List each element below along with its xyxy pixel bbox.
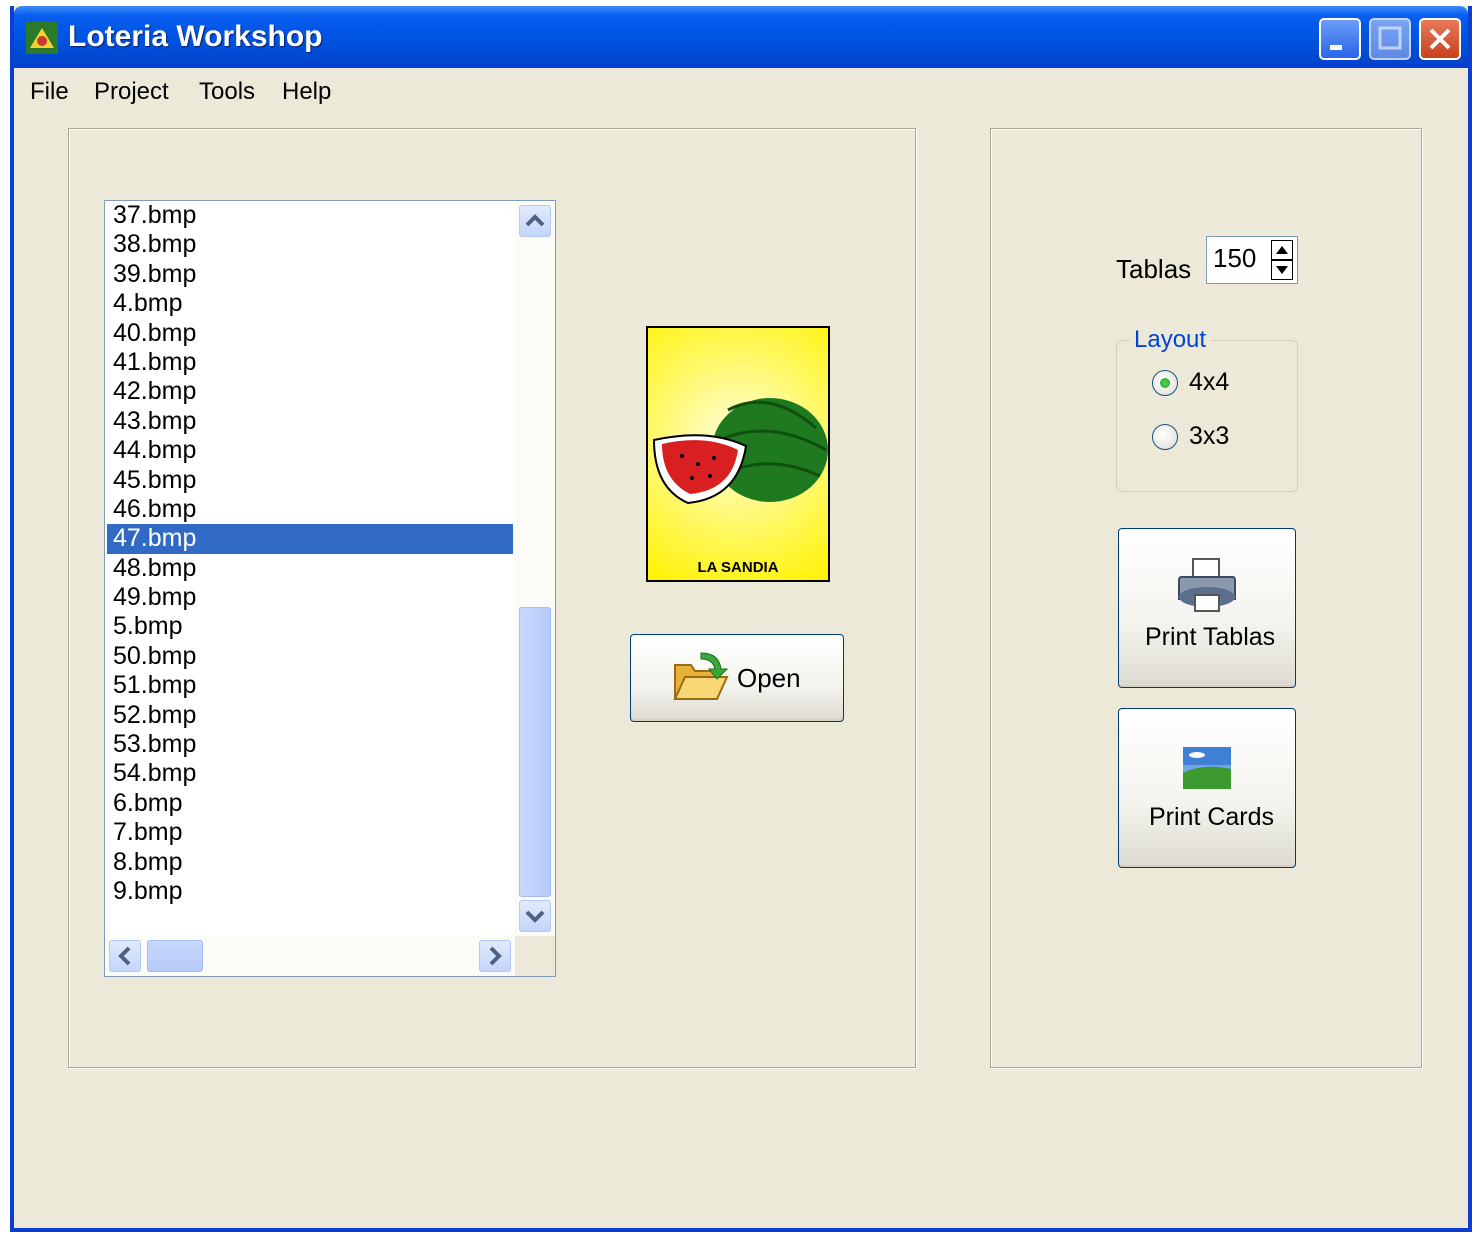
list-item[interactable]: 51.bmp bbox=[107, 671, 513, 700]
list-item[interactable]: 49.bmp bbox=[107, 583, 513, 612]
list-item[interactable]: 9.bmp bbox=[107, 877, 513, 906]
radio-selected-dot bbox=[1160, 378, 1170, 388]
menu-tools[interactable]: Tools bbox=[199, 78, 255, 106]
maximize-button[interactable] bbox=[1369, 18, 1411, 60]
close-button[interactable] bbox=[1419, 18, 1461, 60]
tablas-spinner[interactable]: 150 bbox=[1206, 236, 1298, 284]
chevron-up-icon bbox=[525, 214, 545, 227]
list-item[interactable]: 37.bmp bbox=[107, 201, 513, 230]
print-tablas-label: Print Tablas bbox=[1145, 623, 1276, 651]
radio-4x4-label[interactable]: 4x4 bbox=[1189, 368, 1229, 397]
list-item[interactable]: 38.bmp bbox=[107, 230, 513, 259]
printer-icon bbox=[1178, 558, 1236, 612]
chevron-down-icon bbox=[525, 910, 545, 923]
menu-bar: File Project Tools Help bbox=[14, 68, 1468, 110]
menu-help[interactable]: Help bbox=[282, 78, 331, 106]
scroll-right-button[interactable] bbox=[479, 940, 511, 972]
arrow-up-icon bbox=[1276, 246, 1288, 254]
list-item[interactable]: 53.bmp bbox=[107, 730, 513, 759]
list-item[interactable]: 54.bmp bbox=[107, 759, 513, 788]
list-item[interactable]: 44.bmp bbox=[107, 436, 513, 465]
scroll-left-button[interactable] bbox=[109, 940, 141, 972]
print-tablas-button[interactable]: Print Tablas bbox=[1118, 528, 1296, 688]
file-list-rows: 37.bmp 38.bmp 39.bmp 4.bmp 40.bmp 41.bmp 42.bm… bbox=[107, 201, 513, 906]
spin-down-button[interactable] bbox=[1271, 260, 1293, 280]
picture-icon bbox=[1183, 747, 1231, 789]
open-button[interactable]: Open bbox=[630, 634, 844, 722]
app-window: Loteria Workshop File Project Tools Help… bbox=[10, 6, 1472, 1232]
minimize-button[interactable] bbox=[1319, 18, 1361, 60]
card-caption: LA SANDIA bbox=[697, 559, 779, 576]
maximize-icon bbox=[1378, 26, 1402, 50]
vertical-scroll-thumb[interactable] bbox=[519, 607, 551, 897]
radio-3x3-label[interactable]: 3x3 bbox=[1189, 422, 1229, 451]
list-item[interactable]: 4.bmp bbox=[107, 289, 513, 318]
list-item[interactable]: 39.bmp bbox=[107, 260, 513, 289]
spin-up-button[interactable] bbox=[1271, 240, 1293, 260]
list-item[interactable]: 5.bmp bbox=[107, 612, 513, 641]
menu-project[interactable]: Project bbox=[94, 78, 169, 106]
list-item[interactable]: 50.bmp bbox=[107, 642, 513, 671]
file-listbox[interactable]: 37.bmp 38.bmp 39.bmp 4.bmp 40.bmp 41.bmp 42.bm… bbox=[104, 200, 556, 977]
vertical-scrollbar[interactable] bbox=[515, 201, 555, 936]
folder-open-icon bbox=[673, 652, 729, 700]
window-title: Loteria Workshop bbox=[68, 20, 323, 53]
layout-legend: Layout bbox=[1130, 326, 1211, 354]
list-item[interactable]: 45.bmp bbox=[107, 466, 513, 495]
menu-file[interactable]: File bbox=[30, 78, 69, 106]
tablas-value[interactable]: 150 bbox=[1213, 243, 1256, 274]
list-item[interactable]: 41.bmp bbox=[107, 348, 513, 377]
app-icon bbox=[26, 22, 58, 54]
layout-group bbox=[1116, 340, 1298, 492]
title-bar[interactable]: Loteria Workshop bbox=[14, 6, 1468, 68]
scroll-down-button[interactable] bbox=[519, 900, 551, 932]
open-button-label: Open bbox=[737, 663, 801, 693]
list-item[interactable]: 52.bmp bbox=[107, 701, 513, 730]
print-cards-label: Print Cards bbox=[1149, 803, 1275, 831]
chevron-left-icon bbox=[118, 946, 131, 966]
list-item[interactable]: 46.bmp bbox=[107, 495, 513, 524]
chevron-right-icon bbox=[489, 946, 502, 966]
radio-4x4[interactable] bbox=[1152, 370, 1178, 396]
card-preview: LA SANDIA bbox=[646, 326, 830, 582]
horizontal-scrollbar[interactable] bbox=[105, 936, 515, 976]
horizontal-scroll-thumb[interactable] bbox=[147, 940, 203, 972]
list-item[interactable]: 43.bmp bbox=[107, 407, 513, 436]
print-cards-button[interactable]: Print Cards bbox=[1118, 708, 1296, 868]
tablas-label: Tablas bbox=[1116, 254, 1192, 284]
scrollbar-corner bbox=[515, 936, 555, 976]
list-item[interactable]: 42.bmp bbox=[107, 377, 513, 406]
radio-3x3[interactable] bbox=[1152, 424, 1178, 450]
list-item[interactable]: 8.bmp bbox=[107, 848, 513, 877]
watermelon-image bbox=[652, 398, 828, 505]
list-item[interactable]: 6.bmp bbox=[107, 789, 513, 818]
list-item[interactable]: 47.bmp bbox=[107, 524, 513, 554]
minimize-icon bbox=[1330, 45, 1342, 50]
list-item[interactable]: 40.bmp bbox=[107, 319, 513, 348]
arrow-down-icon bbox=[1276, 266, 1288, 274]
scroll-up-button[interactable] bbox=[519, 205, 551, 237]
close-icon bbox=[1429, 28, 1451, 50]
list-item[interactable]: 7.bmp bbox=[107, 818, 513, 847]
list-item[interactable]: 48.bmp bbox=[107, 554, 513, 583]
